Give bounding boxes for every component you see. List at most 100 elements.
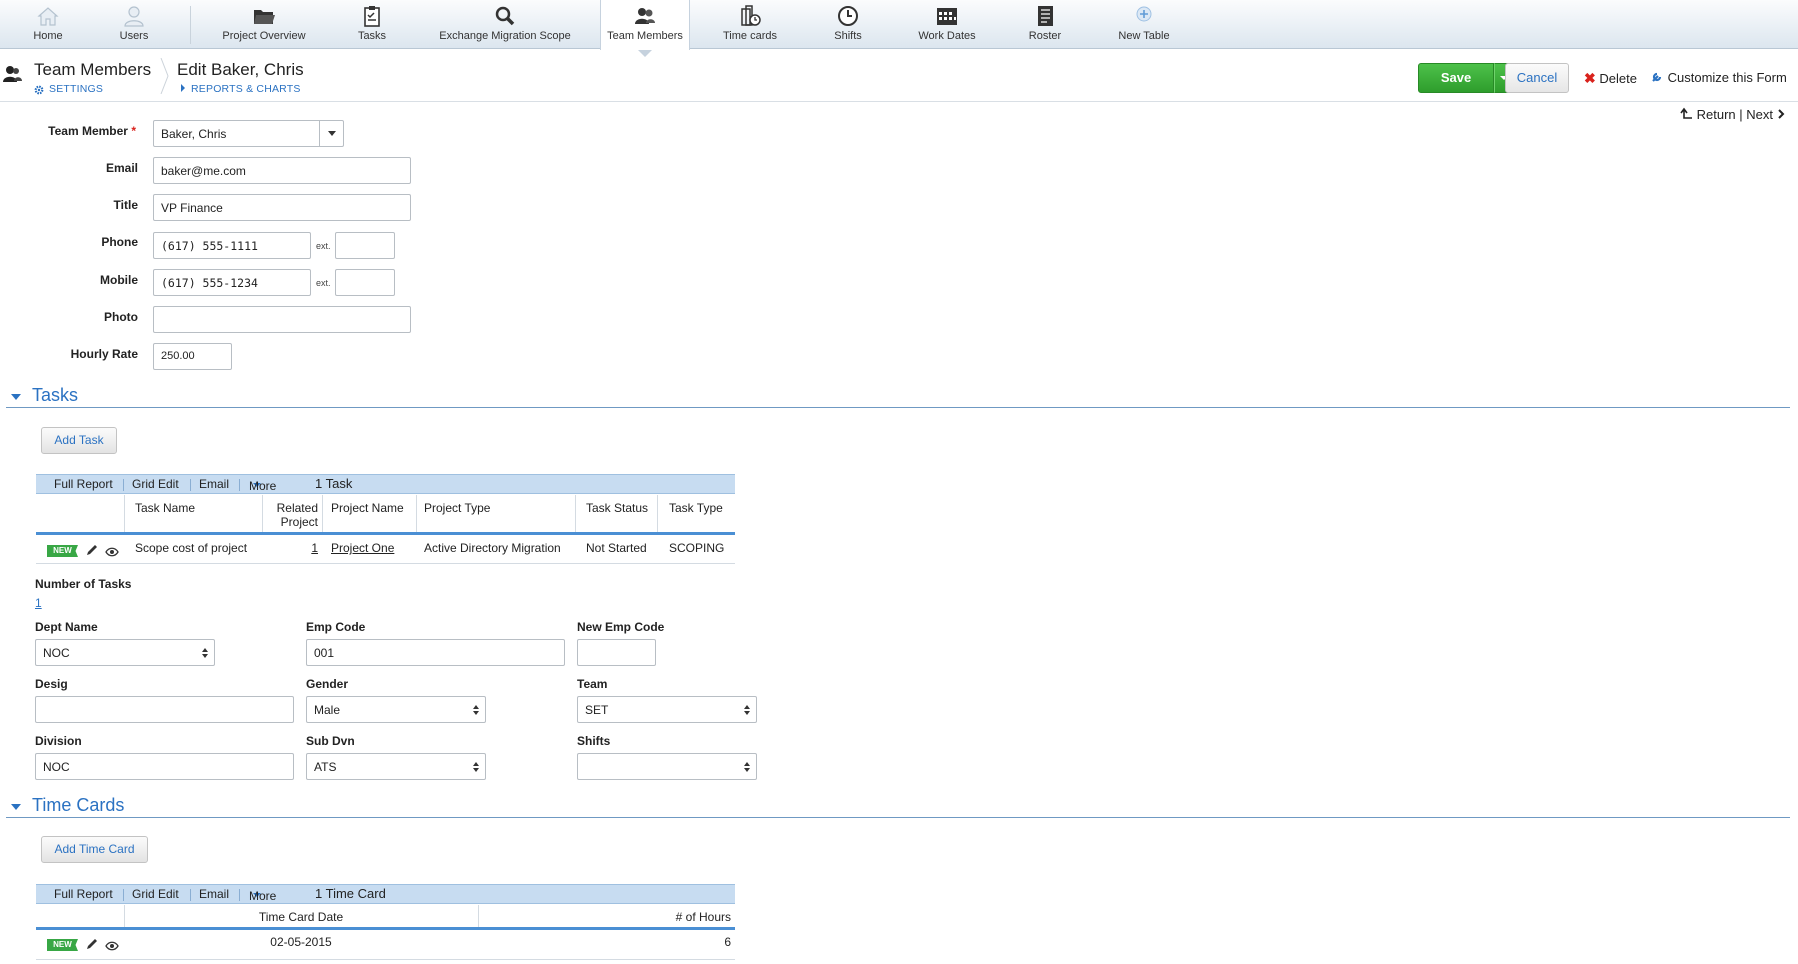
shifts-select[interactable]	[577, 753, 757, 780]
gender-value: Male	[314, 703, 341, 717]
emp-code-field[interactable]: 001	[306, 639, 565, 666]
hours-cell: 6	[724, 935, 731, 949]
full-report-link[interactable]: Full Report	[54, 887, 113, 901]
delete-action[interactable]: ✖ Delete	[1584, 70, 1637, 87]
more-menu[interactable]: More	[249, 477, 276, 493]
title-field[interactable]: VP Finance	[153, 194, 411, 221]
nav-new-table[interactable]: New Table	[1110, 0, 1178, 49]
phone-ext-field[interactable]	[335, 232, 395, 259]
team-member-select[interactable]: Baker, Chris	[153, 120, 344, 147]
nav-tasks[interactable]: Tasks	[347, 0, 397, 49]
email-field[interactable]: baker@me.com	[153, 157, 411, 184]
team-value: SET	[585, 703, 609, 717]
email-label: Email	[105, 161, 138, 175]
toolbar-divider	[123, 889, 124, 901]
desig-field[interactable]	[35, 696, 294, 723]
dept-name-value: NOC	[43, 646, 70, 660]
new-badge: NEW	[47, 939, 78, 951]
select-arrows-icon	[202, 648, 208, 659]
eye-icon[interactable]	[105, 939, 119, 954]
nav-tasks-label: Tasks	[357, 30, 387, 42]
col-project-name[interactable]: Project Name	[331, 501, 404, 515]
nav-time-cards[interactable]: Time cards	[714, 0, 786, 49]
col-time-card-date[interactable]: Time Card Date	[124, 910, 478, 924]
col-task-name[interactable]: Task Name	[135, 501, 195, 515]
sub-dvn-value: ATS	[314, 760, 337, 774]
related-project-link[interactable]: 1	[264, 541, 318, 555]
col-hours[interactable]: # of Hours	[480, 910, 731, 924]
record-title: Edit Baker, Chris	[177, 60, 304, 79]
eye-icon[interactable]	[105, 545, 119, 560]
project-name-link[interactable]: Project One	[331, 541, 394, 555]
grid-edit-link[interactable]: Grid Edit	[132, 887, 179, 901]
top-navigation: Home Users Project Overview Tasks Exchan…	[0, 0, 1798, 57]
col-task-status[interactable]: Task Status	[586, 501, 648, 515]
number-of-tasks-link[interactable]: 1	[35, 596, 42, 610]
collapse-tasks-icon[interactable]	[11, 394, 21, 400]
col-related-project-line2[interactable]: Project	[264, 515, 318, 529]
roster-icon	[1038, 6, 1053, 26]
division-field[interactable]: NOC	[35, 753, 294, 780]
photo-field[interactable]	[153, 306, 411, 333]
gender-select[interactable]: Male	[306, 696, 486, 723]
desig-label: Desig	[35, 677, 68, 691]
collapse-time-cards-icon[interactable]	[11, 804, 21, 810]
section-title[interactable]: Team Members	[34, 60, 151, 80]
nav-work-dates-label: Work Dates	[918, 30, 976, 42]
sub-dvn-select[interactable]: ATS	[306, 753, 486, 780]
col-related-project-line1[interactable]: Related	[264, 501, 318, 515]
save-button[interactable]: Save	[1418, 63, 1494, 93]
customize-form-action[interactable]: Customize this Form	[1651, 70, 1787, 85]
reports-charts-link[interactable]: REPORTS & CHARTS	[191, 83, 301, 95]
full-report-link[interactable]: Full Report	[54, 477, 113, 491]
add-time-card-button[interactable]: Add Time Card	[41, 836, 148, 863]
folder-icon	[254, 10, 275, 24]
phone-field[interactable]: (617) 555-1111	[153, 232, 311, 259]
tasks-header-underline	[36, 532, 735, 535]
caret-right-icon	[181, 84, 185, 92]
time-cards-header-underline	[36, 927, 735, 930]
new-emp-code-field[interactable]	[577, 639, 656, 666]
pencil-icon[interactable]	[85, 937, 99, 954]
more-menu[interactable]: More	[249, 887, 276, 903]
mobile-ext-field[interactable]	[335, 269, 395, 296]
toolbar-divider	[190, 889, 191, 901]
grid-edit-link[interactable]: Grid Edit	[132, 477, 179, 491]
nav-shifts-label: Shifts	[834, 30, 862, 42]
shifts-label: Shifts	[577, 734, 611, 748]
nav-shifts[interactable]: Shifts	[822, 0, 874, 49]
task-status-cell: Not Started	[586, 541, 647, 555]
mobile-field[interactable]: (617) 555-1234	[153, 269, 311, 296]
nav-users[interactable]: Users	[108, 0, 160, 49]
email-link[interactable]: Email	[199, 887, 229, 901]
return-link[interactable]: Return	[1697, 107, 1736, 122]
hourly-rate-label: Hourly Rate	[70, 347, 138, 361]
time-cards-grid-toolbar: Full Report Grid Edit Email More 1 Time …	[36, 884, 735, 904]
cancel-button[interactable]: Cancel	[1505, 63, 1569, 93]
return-icon	[1680, 107, 1693, 120]
email-link[interactable]: Email	[199, 477, 229, 491]
clock-icon	[838, 6, 858, 26]
time-cards-section-title[interactable]: Time Cards	[32, 795, 124, 816]
next-link[interactable]: Next	[1746, 107, 1773, 122]
photo-label: Photo	[104, 310, 138, 324]
col-project-type[interactable]: Project Type	[424, 501, 490, 515]
tasks-section-divider	[6, 407, 1790, 408]
dept-name-select[interactable]: NOC	[35, 639, 215, 666]
settings-link[interactable]: SETTINGS	[49, 83, 103, 95]
nav-work-dates[interactable]: Work Dates	[912, 0, 982, 49]
nav-home[interactable]: Home	[22, 0, 74, 49]
nav-roster[interactable]: Roster	[1020, 0, 1070, 49]
add-task-button[interactable]: Add Task	[41, 427, 117, 454]
pencil-icon[interactable]	[85, 543, 99, 560]
team-select[interactable]: SET	[577, 696, 757, 723]
hourly-rate-field[interactable]: 250.00	[153, 343, 232, 370]
home-icon	[37, 7, 59, 26]
nav-exchange-migration-scope[interactable]: Exchange Migration Scope	[436, 0, 574, 49]
nav-project-overview[interactable]: Project Overview	[212, 0, 316, 49]
nav-team-members-label: Team Members	[607, 30, 683, 42]
calendar-icon	[937, 8, 957, 25]
nav-team-members[interactable]: Team Members	[600, 0, 690, 57]
tasks-section-title[interactable]: Tasks	[32, 385, 78, 406]
col-task-type[interactable]: Task Type	[669, 501, 723, 515]
